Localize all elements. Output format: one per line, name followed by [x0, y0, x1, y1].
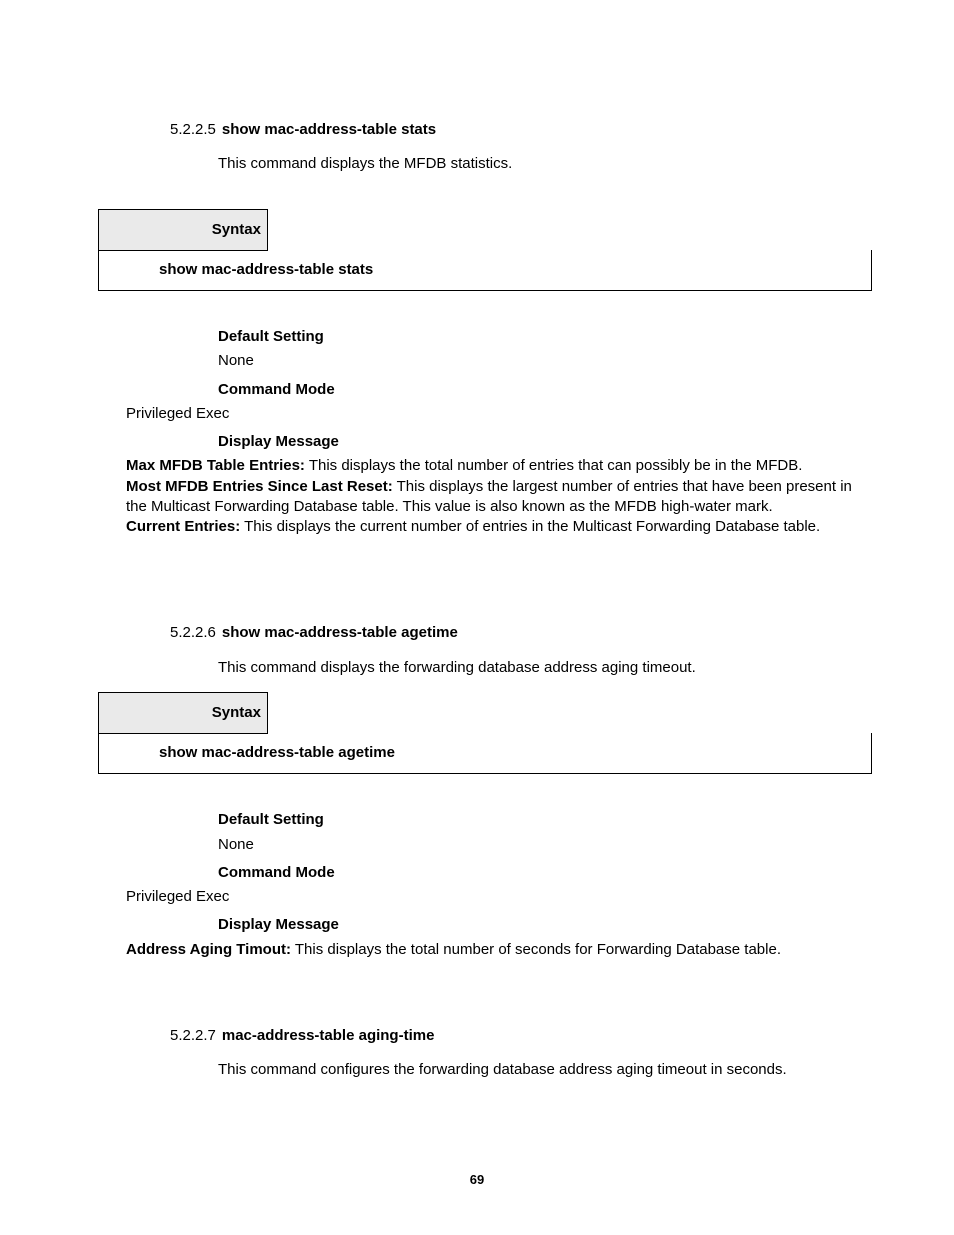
- command-mode-label: Command Mode: [218, 863, 872, 883]
- msg-label: Current Entries:: [126, 518, 240, 535]
- syntax-label: Syntax: [98, 692, 268, 734]
- display-message-line: Current Entries: This displays the curre…: [126, 517, 872, 537]
- page-number: 69: [0, 1171, 954, 1189]
- display-message-line: Address Aging Timout: This displays the …: [126, 940, 872, 960]
- heading-5-2-2-7: 5.2.2.7 mac-address-table aging-time: [170, 1026, 872, 1046]
- syntax-label: Syntax: [98, 209, 268, 251]
- default-setting-label: Default Setting: [218, 810, 872, 830]
- display-message-label: Display Message: [218, 915, 872, 935]
- msg-text: This displays the current number of entr…: [240, 518, 820, 535]
- msg-text: This displays the total number of entrie…: [305, 457, 802, 474]
- default-setting-label: Default Setting: [218, 327, 872, 347]
- heading-number: 5.2.2.7: [170, 1027, 216, 1044]
- syntax-block: Syntax show mac-address-table stats: [98, 209, 872, 292]
- display-message-line: Max MFDB Table Entries: This displays th…: [126, 456, 872, 476]
- syntax-block: Syntax show mac-address-table agetime: [98, 692, 872, 775]
- msg-text: This displays the total number of second…: [291, 941, 781, 958]
- display-message-label: Display Message: [218, 432, 872, 452]
- intro-text: This command configures the forwarding d…: [218, 1060, 872, 1080]
- syntax-command: show mac-address-table stats: [98, 250, 872, 291]
- heading-5-2-2-6: 5.2.2.6 show mac-address-table agetime: [170, 623, 872, 643]
- command-mode-value: Privileged Exec: [126, 887, 872, 907]
- intro-text: This command displays the MFDB statistic…: [218, 154, 872, 174]
- display-message-line: Most MFDB Entries Since Last Reset: This…: [126, 477, 872, 518]
- heading-title: show mac-address-table agetime: [222, 624, 458, 641]
- msg-label: Address Aging Timout:: [126, 941, 291, 958]
- heading-number: 5.2.2.5: [170, 121, 216, 138]
- command-mode-value: Privileged Exec: [126, 404, 872, 424]
- syntax-command: show mac-address-table agetime: [98, 733, 872, 774]
- page: 5.2.2.5 show mac-address-table stats This…: [0, 0, 954, 1235]
- heading-title: mac-address-table aging-time: [222, 1027, 435, 1044]
- intro-text: This command displays the forwarding dat…: [218, 658, 872, 678]
- default-setting-value: None: [218, 351, 872, 371]
- msg-label: Max MFDB Table Entries:: [126, 457, 305, 474]
- heading-title: show mac-address-table stats: [222, 121, 436, 138]
- command-mode-label: Command Mode: [218, 380, 872, 400]
- default-setting-value: None: [218, 835, 872, 855]
- heading-number: 5.2.2.6: [170, 624, 216, 641]
- heading-5-2-2-5: 5.2.2.5 show mac-address-table stats: [170, 120, 872, 140]
- msg-label: Most MFDB Entries Since Last Reset:: [126, 478, 393, 495]
